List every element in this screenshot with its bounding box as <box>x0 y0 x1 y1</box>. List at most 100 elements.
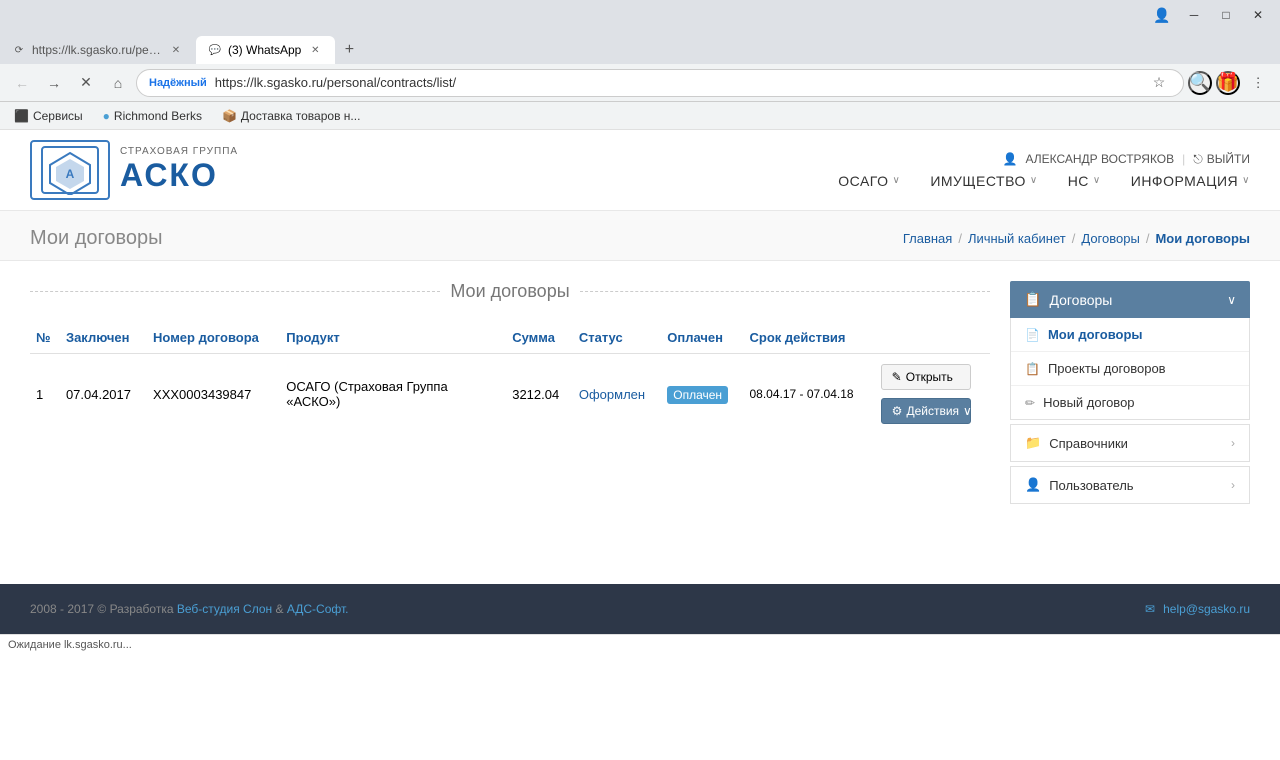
nav-osago[interactable]: ОСАГО ∨ <box>838 173 900 189</box>
breadcrumb-cabinet[interactable]: Личный кабинет <box>968 231 1066 246</box>
tab-favicon-1: ⟳ <box>12 43 26 57</box>
col-signed: Заключен <box>60 322 147 354</box>
bookmark-label-1: Сервисы <box>33 109 83 123</box>
tab-close-1[interactable]: ✕ <box>168 42 184 58</box>
table-header-row: № Заключен Номер договора Продукт Сумма … <box>30 322 990 354</box>
extension-icon-2[interactable]: 🎁 <box>1216 71 1240 95</box>
cell-validity: 08.04.17 - 07.04.18 <box>743 354 874 435</box>
nav-ns-label: НС <box>1068 173 1089 189</box>
bookmark-richmond[interactable]: ● Richmond Berks <box>97 107 208 125</box>
bookmark-services[interactable]: ⬛ Сервисы <box>8 107 89 125</box>
col-paid: Оплачен <box>661 322 743 354</box>
close-button[interactable]: ✕ <box>1244 4 1272 26</box>
sidebar-contracts-label: Договоры <box>1049 292 1112 308</box>
page-title: Мои договоры <box>30 227 163 250</box>
nav-property-label: ИМУЩЕСТВО <box>930 173 1026 189</box>
home-button[interactable]: ⌂ <box>104 69 132 97</box>
svg-text:А: А <box>66 167 75 181</box>
logo-title: АСКО <box>120 157 238 194</box>
action-buttons: ✎ Открыть ⚙ Действия ∨ <box>881 364 984 424</box>
address-bar[interactable]: Надёжный https://lk.sgasko.ru/personal/c… <box>136 69 1184 97</box>
sidebar-item-new-contract[interactable]: ✏ Новый договор <box>1011 386 1249 419</box>
col-actions <box>875 322 990 354</box>
breadcrumb-current: Мои договоры <box>1155 231 1250 246</box>
section-title: Мои договоры <box>30 281 990 302</box>
bookmark-delivery[interactable]: 📦 Доставка товаров н... <box>216 107 366 125</box>
logout-label: ВЫЙТИ <box>1207 152 1250 166</box>
logout-button[interactable]: ⎋ ВЫЙТИ <box>1193 152 1250 167</box>
actions-button[interactable]: ⚙ Действия ∨ <box>881 398 971 424</box>
title-bar: 👤 ─ □ ✕ <box>0 0 1280 30</box>
user-icon-btn[interactable]: 👤 <box>1148 1 1176 29</box>
nav-property[interactable]: ИМУЩЕСТВО ∨ <box>930 173 1037 189</box>
nav-info[interactable]: ИНФОРМАЦИЯ ∨ <box>1131 173 1250 189</box>
star-icon[interactable]: ☆ <box>1147 71 1171 95</box>
sidebar-contracts-menu: 📄 Мои договоры 📋 Проекты договоров ✏ Нов… <box>1010 318 1250 420</box>
bookmark-icon-1: ⬛ <box>14 109 29 123</box>
ads-link[interactable]: АДС-Софт. <box>287 602 349 616</box>
logo-box: А <box>30 140 110 200</box>
col-status: Статус <box>573 322 661 354</box>
cell-product: ОСАГО (Страховая Группа «АСКО») <box>280 354 506 435</box>
sidebar-references: 📁 Справочники › <box>1010 424 1250 462</box>
tab-inactive[interactable]: ⟳ https://lk.sgasko.ru/pers... ✕ <box>0 36 196 64</box>
email-address[interactable]: help@sgasko.ru <box>1163 602 1250 616</box>
sidebar: 📋 Договоры ∨ 📄 Мои договоры 📋 Проекты до… <box>1010 281 1250 504</box>
references-label: Справочники <box>1049 436 1128 451</box>
open-icon: ✎ <box>892 370 902 384</box>
sidebar-user-header[interactable]: 👤 Пользователь › <box>1011 467 1249 503</box>
site-footer: 2008 - 2017 © Разработка Веб-студия Слон… <box>0 584 1280 634</box>
breadcrumb-home[interactable]: Главная <box>903 231 952 246</box>
bookmark-label-3: Доставка товаров н... <box>241 109 361 123</box>
extension-icon-1[interactable]: 🔍 <box>1188 71 1212 95</box>
sidebar-item-my-contracts[interactable]: 📄 Мои договоры <box>1011 318 1249 352</box>
logo-subtitle: страховая группа <box>120 146 238 157</box>
new-tab-button[interactable]: + <box>335 36 363 64</box>
actions-icon: ⚙ <box>892 404 903 418</box>
window-controls: 👤 ─ □ ✕ <box>1148 1 1272 29</box>
reload-button[interactable]: ✕ <box>72 69 100 97</box>
sidebar-references-header[interactable]: 📁 Справочники › <box>1011 425 1249 461</box>
cell-status: Оформлен <box>573 354 661 435</box>
tab-close-2[interactable]: ✕ <box>307 42 323 58</box>
logout-icon: ⎋ <box>1193 152 1203 167</box>
tab-favicon-2: 💬 <box>208 43 222 57</box>
open-button[interactable]: ✎ Открыть <box>881 364 971 390</box>
actions-label: Действия <box>906 404 959 418</box>
cell-contract-num: ХХХ0003439847 <box>147 354 280 435</box>
sidebar-contracts-icon: 📋 <box>1024 291 1041 308</box>
back-button[interactable]: ← <box>8 69 36 97</box>
studio-link[interactable]: Веб-студия Слон <box>177 602 272 616</box>
maximize-button[interactable]: □ <box>1212 4 1240 26</box>
col-num: № <box>30 322 60 354</box>
col-product: Продукт <box>280 322 506 354</box>
cell-amount: 3212.04 <box>506 354 573 435</box>
logo-svg: А <box>40 145 100 195</box>
sidebar-contracts-header[interactable]: 📋 Договоры ∨ <box>1010 281 1250 318</box>
references-icon: 📁 <box>1025 435 1041 451</box>
nav-ns[interactable]: НС ∨ <box>1068 173 1101 189</box>
content-area: Мои договоры № Заключен Номер договора П… <box>0 261 1280 524</box>
breadcrumb-area: Мои договоры Главная / Личный кабинет / … <box>0 211 1280 261</box>
col-validity: Срок действия <box>743 322 874 354</box>
cell-signed: 07.04.2017 <box>60 354 147 435</box>
draft-contracts-label: Проекты договоров <box>1048 361 1166 376</box>
chrome-menu-button[interactable]: ⋮ <box>1244 69 1272 97</box>
user-chevron: › <box>1231 478 1235 492</box>
forward-button[interactable]: → <box>40 69 68 97</box>
minimize-button[interactable]: ─ <box>1180 4 1208 26</box>
sidebar-item-draft-contracts[interactable]: 📋 Проекты договоров <box>1011 352 1249 386</box>
breadcrumb-sep-3: / <box>1146 231 1150 246</box>
email-icon: ✉ <box>1145 602 1155 616</box>
breadcrumb-contracts[interactable]: Договоры <box>1081 231 1139 246</box>
my-contracts-label: Мои договоры <box>1048 327 1143 342</box>
tab-title-2: (3) WhatsApp <box>228 43 301 57</box>
breadcrumb-sep-2: / <box>1072 231 1076 246</box>
cell-paid: Оплачен <box>661 354 743 435</box>
tab-whatsapp[interactable]: 💬 (3) WhatsApp ✕ <box>196 36 335 64</box>
site-header: А страховая группа АСКО 👤 АЛЕКСАНДР ВОСТ… <box>0 130 1280 211</box>
actions-chevron: ∨ <box>963 404 972 418</box>
bookmark-label-2: Richmond Berks <box>114 109 202 123</box>
bookmark-icon-2: ● <box>103 109 110 123</box>
footer-contact: ✉ help@sgasko.ru <box>1145 602 1250 616</box>
